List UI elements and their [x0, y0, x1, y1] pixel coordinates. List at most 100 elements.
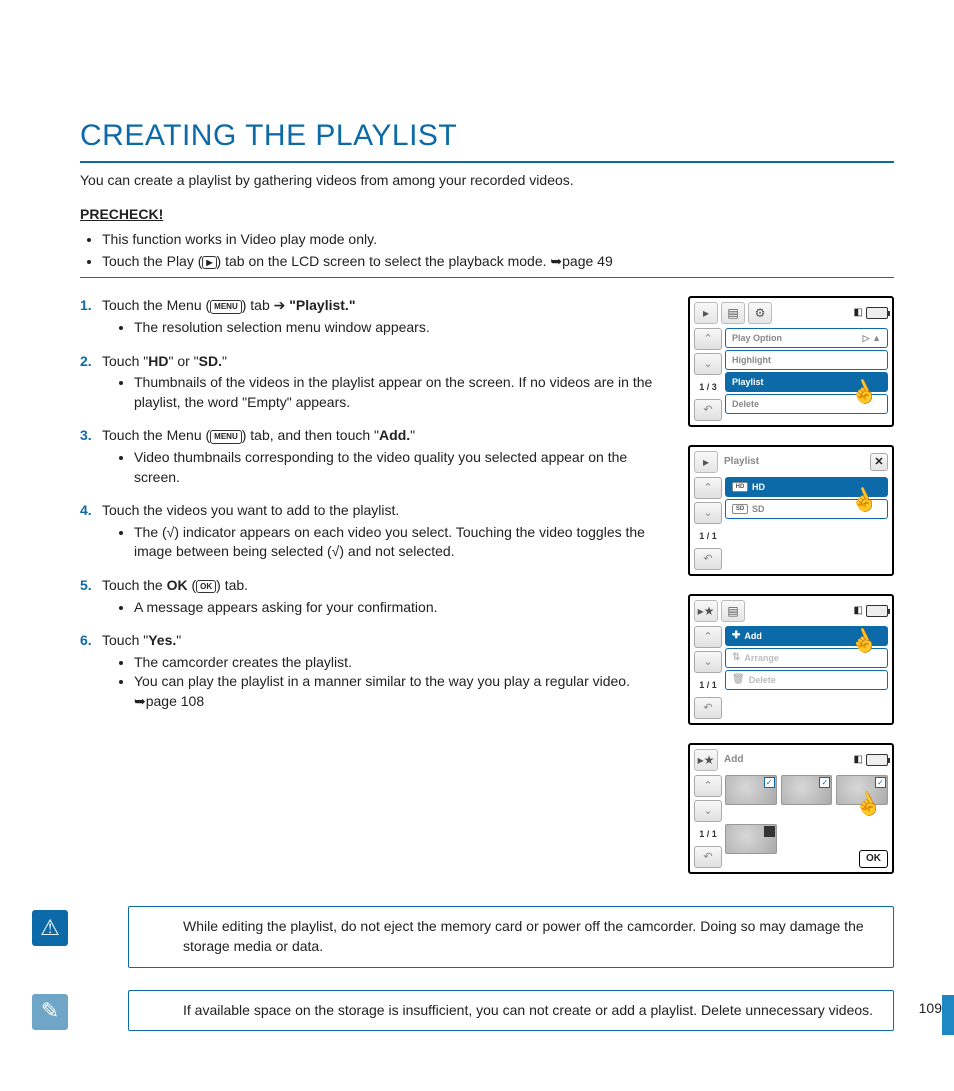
nav-down-button[interactable]: ⌄: [694, 651, 722, 673]
back-button[interactable]: ↶: [694, 846, 722, 868]
nav-up-button[interactable]: ⌃: [694, 328, 722, 350]
text: Touch ": [102, 632, 148, 648]
text: "Playlist.": [285, 297, 355, 313]
sd-chip-icon: SD: [732, 504, 748, 514]
nav-down-button[interactable]: ⌄: [694, 502, 722, 524]
text: ": [222, 353, 227, 369]
label: SD: [752, 503, 765, 516]
list-icon[interactable]: ▤: [721, 600, 745, 622]
menu-row-play-option[interactable]: Play Option▷ ▲: [725, 328, 888, 348]
text: Touch ": [102, 353, 148, 369]
step-4: Touch the videos you want to add to the …: [102, 501, 668, 562]
precheck-item: Touch the Play (▶) tab on the LCD screen…: [102, 252, 894, 272]
play-tab-icon: ▶: [202, 256, 216, 269]
menu-row-arrange[interactable]: ⇅Arrange: [725, 648, 888, 668]
intro-text: You can create a playlist by gathering v…: [80, 171, 894, 191]
section-tab: [942, 995, 954, 1035]
step-5: Touch the OK (OK) tab. A message appears…: [102, 576, 668, 617]
divider: [80, 277, 894, 278]
page-title: CREATING THE PLAYLIST: [80, 115, 894, 163]
gear-icon[interactable]: ⚙: [748, 302, 772, 324]
play-mode-icon[interactable]: ▸: [694, 302, 718, 324]
menu-row-sd[interactable]: SD SD: [725, 499, 888, 519]
bullet: The camcorder creates the playlist.: [134, 653, 668, 673]
text: OK: [167, 577, 188, 593]
text: Touch the: [102, 577, 167, 593]
menu-row-hd[interactable]: HD HD: [725, 477, 888, 497]
battery-icon: ◧: [854, 604, 888, 618]
menu-icon: MENU: [210, 300, 242, 313]
ok-icon: OK: [196, 580, 216, 593]
text: HD: [148, 353, 168, 369]
text: " or ": [168, 353, 198, 369]
label: Arrange: [744, 652, 779, 665]
nav-down-button[interactable]: ⌄: [694, 800, 722, 822]
text: ": [410, 427, 415, 443]
precheck-list: This function works in Video play mode o…: [80, 230, 894, 271]
text: ) tab.: [216, 577, 248, 593]
playlist-icon[interactable]: ▸★: [694, 600, 718, 622]
text: ) tab: [242, 297, 274, 313]
step-6: Touch "Yes." The camcorder creates the p…: [102, 631, 668, 711]
page-indicator: 1 / 1: [694, 676, 722, 694]
panel-title: Playlist: [724, 455, 759, 469]
video-thumbnail[interactable]: ✓: [725, 775, 777, 805]
page-indicator: 1 / 1: [694, 527, 722, 545]
text: (: [188, 577, 197, 593]
check-icon: ✓: [819, 777, 830, 788]
warning-icon: ⚠: [32, 910, 68, 946]
back-button[interactable]: ↶: [694, 399, 722, 421]
screenshot-panel-add-menu: ▸★ ▤ ◧ ⌃ ⌄ 1 / 1 ↶ ✚Add ⇅Arrange 🗑Delete: [688, 594, 894, 725]
check-icon: ✓: [764, 777, 775, 788]
label: HD: [752, 481, 765, 494]
precheck-label: PRECHECK!: [80, 205, 894, 225]
menu-row-delete[interactable]: Delete: [725, 394, 888, 414]
hd-chip-icon: HD: [732, 482, 748, 492]
menu-row-delete[interactable]: 🗑Delete: [725, 670, 888, 690]
label: Play Option: [732, 332, 782, 345]
back-button[interactable]: ↶: [694, 548, 722, 570]
text: Touch the videos you want to add to the …: [102, 502, 399, 518]
warning-callout: While editing the playlist, do not eject…: [128, 906, 894, 967]
page-ref: page 49: [562, 253, 613, 269]
nav-down-button[interactable]: ⌄: [694, 353, 722, 375]
label: Add: [744, 630, 762, 643]
video-thumbnail[interactable]: ✓: [836, 775, 888, 805]
text: Yes.: [148, 632, 176, 648]
panel-title: Add: [724, 753, 743, 767]
list-icon[interactable]: ▤: [721, 302, 745, 324]
battery-icon: ◧: [854, 753, 888, 767]
bullet: The resolution selection menu window app…: [134, 318, 668, 338]
menu-row-playlist[interactable]: Playlist: [725, 372, 888, 392]
bullet: Thumbnails of the videos in the playlist…: [134, 373, 668, 412]
steps-list: Touch the Menu (MENU) tab ➔ "Playlist." …: [80, 296, 668, 711]
nav-up-button[interactable]: ⌃: [694, 775, 722, 797]
note-callout: If available space on the storage is ins…: [128, 990, 894, 1032]
text: SD.: [199, 353, 222, 369]
check-icon: [764, 826, 775, 837]
bullet: The (√) indicator appears on each video …: [134, 523, 668, 562]
text: You can play the playlist in a manner si…: [134, 673, 630, 689]
step-2: Touch "HD" or "SD." Thumbnails of the vi…: [102, 352, 668, 413]
video-thumbnail[interactable]: [725, 824, 777, 854]
step-1: Touch the Menu (MENU) tab ➔ "Playlist." …: [102, 296, 668, 337]
text: Touch the Menu (: [102, 427, 210, 443]
bullet: Video thumbnails corresponding to the vi…: [134, 448, 668, 487]
ok-button[interactable]: OK: [859, 850, 888, 868]
page-indicator: 1 / 3: [694, 378, 722, 396]
text: Touch the Menu (: [102, 297, 210, 313]
play-mode-icon[interactable]: ▸: [694, 451, 718, 473]
nav-up-button[interactable]: ⌃: [694, 626, 722, 648]
precheck-item: This function works in Video play mode o…: [102, 230, 894, 250]
check-icon: ✓: [875, 777, 886, 788]
close-button[interactable]: ✕: [870, 453, 888, 471]
menu-row-highlight[interactable]: Highlight: [725, 350, 888, 370]
back-button[interactable]: ↶: [694, 697, 722, 719]
nav-up-button[interactable]: ⌃: [694, 477, 722, 499]
text: Touch the Play (: [102, 253, 202, 269]
bullet: A message appears asking for your confir…: [134, 598, 668, 618]
video-thumbnail[interactable]: ✓: [781, 775, 833, 805]
menu-row-add[interactable]: ✚Add: [725, 626, 888, 646]
playlist-icon[interactable]: ▸★: [694, 749, 718, 771]
menu-icon: MENU: [210, 430, 242, 443]
